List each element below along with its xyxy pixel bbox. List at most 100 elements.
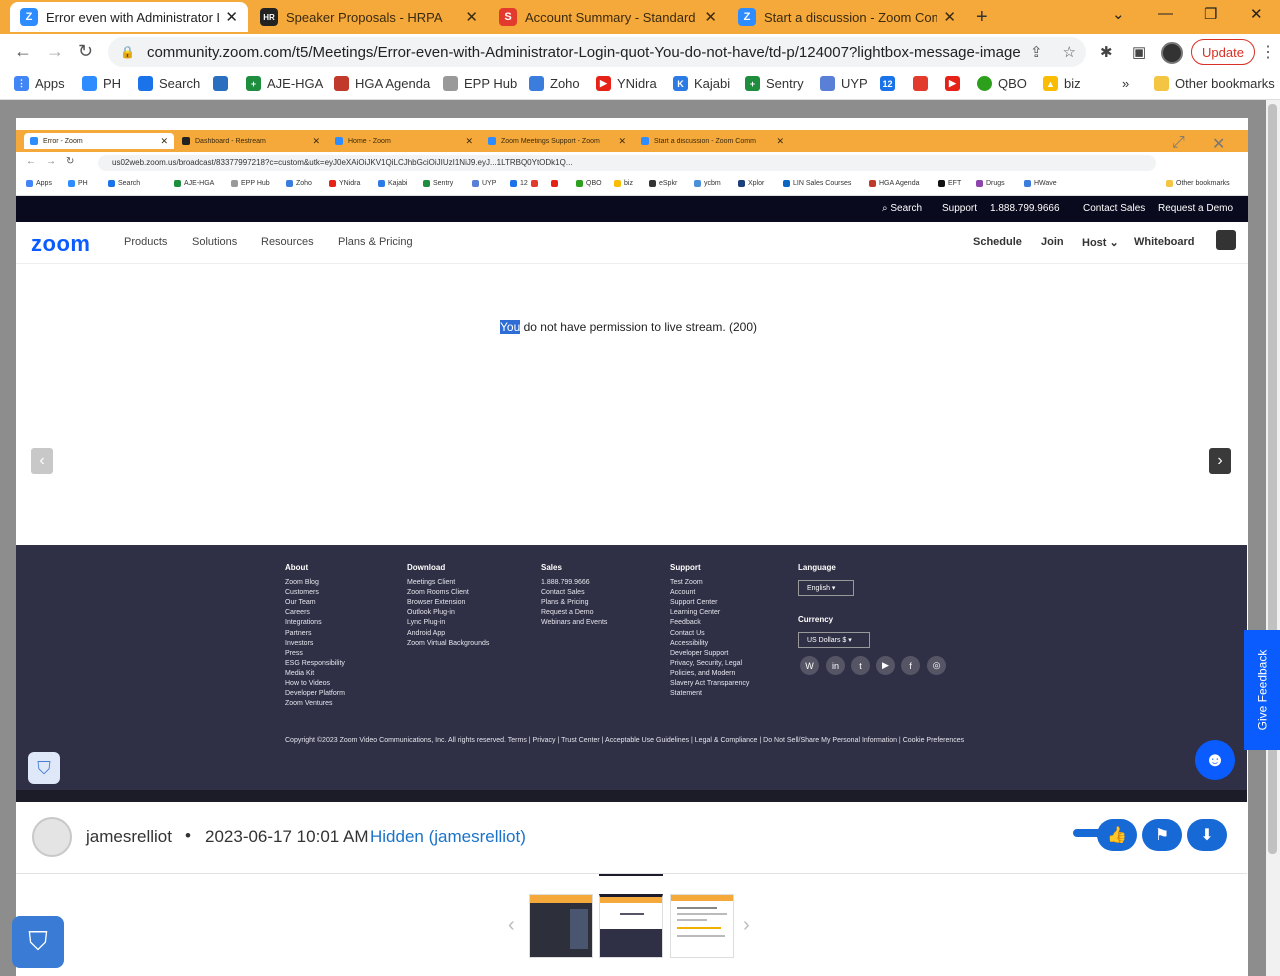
back-icon[interactable]: ← [14, 41, 32, 62]
minimize-icon[interactable]: — [1158, 5, 1173, 22]
calendar-icon: 12 [880, 76, 895, 91]
zoom-logo: zoom [31, 231, 91, 256]
zoom-nav-solutions: Solutions [192, 236, 238, 248]
zoom-nav-bar: zoom Products Solutions Resources Plans … [16, 222, 1248, 264]
bookmarks-bar: ⋮ Apps PH Search + AJE-HGA HGA Agenda EPP … [0, 70, 1280, 100]
profile-avatar[interactable] [1161, 42, 1183, 64]
facebook-icon: f [901, 656, 920, 675]
qbo-icon [977, 76, 992, 91]
bookmark-youtube[interactable]: ▶ [945, 76, 966, 91]
close-tab-icon[interactable]: ✕ [943, 8, 956, 26]
report-flag-button[interactable]: ⚑ [1142, 819, 1182, 851]
youtube-icon: ▶ [876, 656, 895, 675]
bookmark-unnamed-1[interactable] [213, 76, 234, 91]
bookmark-aje-hga[interactable]: + AJE-HGA [246, 76, 323, 91]
browser-chrome: Z Error even with Administrator Lo ✕ HR … [0, 0, 1280, 100]
bookmark-sentry[interactable]: + Sentry [745, 76, 804, 91]
bookmark-biz[interactable]: ▲ biz [1043, 76, 1081, 91]
bookmark-ph[interactable]: PH [82, 76, 121, 91]
zoom-nav-schedule: Schedule [973, 236, 1022, 248]
bookmark-search[interactable]: Search [138, 76, 200, 91]
zoom-favicon-icon [488, 137, 496, 145]
zoom-support-link: Support [942, 203, 978, 214]
tab-speaker-proposals[interactable]: HR Speaker Proposals - HRPA ✕ [250, 2, 488, 32]
privacy-shield-badge-icon[interactable]: ⛉ [12, 916, 64, 968]
thumbs-up-button[interactable]: 👍 [1097, 819, 1137, 851]
previous-image-button[interactable]: ‹ [31, 448, 53, 474]
standard-icon [913, 76, 928, 91]
tab-title: Speaker Proposals - HRPA [286, 9, 443, 25]
close-tab-icon: ✕ [465, 135, 473, 146]
standard-favicon-icon: S [499, 8, 517, 26]
thumbnail-3[interactable] [670, 894, 734, 958]
footer-currency-label: Currency [798, 615, 834, 624]
expand-icon[interactable]: ⤢ [1172, 134, 1185, 152]
bookmark-uyp[interactable]: UYP [820, 76, 868, 91]
post-date: 2023-06-17 10:01 AM [205, 827, 369, 846]
footer-language-select: English ▾ [798, 580, 854, 596]
zoom-favicon-icon: Z [738, 8, 756, 26]
thumbnail-1[interactable] [529, 894, 593, 958]
extensions-icon[interactable]: ✱ [1100, 43, 1113, 61]
twitter-icon: t [851, 656, 870, 675]
tab-account-summary[interactable]: S Account Summary - Standard Vie ✕ [489, 2, 727, 32]
thumbnail-2-selected[interactable] [599, 894, 663, 958]
post-author[interactable]: jamesrelliot [86, 827, 172, 847]
tab-error-zoom[interactable]: Z Error even with Administrator Lo ✕ [10, 2, 248, 32]
zoho-icon [529, 76, 544, 91]
browser-menu-icon[interactable]: ⋮ [1260, 42, 1276, 62]
tab-search-icon[interactable]: ⌄ [1112, 5, 1125, 23]
zoom-nav-products: Products [124, 236, 168, 248]
bookmark-kajabi[interactable]: K Kajabi [673, 76, 730, 91]
more-bookmarks-button[interactable]: » [1122, 76, 1129, 91]
zoom-nav-whiteboard: Whiteboard [1134, 236, 1195, 248]
zoom-nav-plans: Plans & Pricing [338, 236, 413, 248]
forward-icon[interactable]: → [46, 41, 64, 62]
next-image-button[interactable]: › [1209, 448, 1231, 474]
bookmark-ynidra[interactable]: ▶ YNidra [596, 76, 657, 91]
restore-icon[interactable]: ❐ [1204, 5, 1217, 23]
folder-icon [1154, 76, 1169, 91]
screenshot-tab: Start a discussion - Zoom Comm ✕ [635, 133, 790, 149]
bookmark-hga-agenda[interactable]: HGA Agenda [334, 76, 430, 91]
side-panel-icon[interactable]: ▣ [1132, 43, 1146, 61]
user-avatar[interactable] [32, 817, 72, 857]
download-button[interactable]: ⬇ [1187, 819, 1227, 851]
give-feedback-tab[interactable]: Give Feedback [1244, 630, 1280, 750]
bookmark-epp-hub[interactable]: EPP Hub [443, 76, 517, 91]
screenshot-toolbar: ← → ↻ us02web.zoom.us/broadcast/83377997… [16, 152, 1248, 174]
bookmark-standard[interactable] [913, 76, 934, 91]
share-icon[interactable]: ⇪ [1030, 43, 1043, 61]
back-icon: ← [26, 156, 36, 167]
apps-grid-icon: ⋮ [14, 76, 29, 91]
update-button[interactable]: Update [1191, 39, 1255, 65]
other-bookmarks[interactable]: Other bookmarks [1154, 76, 1275, 91]
tab-start-discussion[interactable]: Z Start a discussion - Zoom Comm ✕ [728, 2, 966, 32]
bookmark-qbo[interactable]: QBO [977, 76, 1027, 91]
bookmark-icon [213, 76, 228, 91]
zoom-contact-sales-link: Contact Sales [1083, 203, 1146, 214]
tab-title: Account Summary - Standard Vie [525, 9, 699, 25]
thumbnail-next-button[interactable]: › [743, 914, 750, 937]
footer-language-label: Language [798, 563, 836, 572]
thumbnail-prev-button[interactable]: ‹ [508, 914, 515, 937]
address-bar[interactable]: 🔒 community.zoom.com/t5/Meetings/Error-e… [108, 37, 1086, 67]
close-tab-icon: ✕ [312, 135, 320, 146]
zoom-favicon-icon [30, 137, 38, 145]
post-status-link[interactable]: Hidden (jamesrelliot) [370, 827, 526, 847]
lightbox-close-icon[interactable]: ✕ [1212, 134, 1225, 154]
new-tab-button[interactable]: + [976, 6, 988, 29]
close-tab-icon[interactable]: ✕ [465, 8, 478, 26]
bookmark-calendar[interactable]: 12 [880, 76, 901, 91]
screenshot-tab: Dashboard - Restream ✕ [176, 133, 326, 149]
bookmark-apps[interactable]: ⋮ Apps [14, 76, 65, 91]
close-tab-icon[interactable]: ✕ [225, 8, 238, 26]
close-tab-icon[interactable]: ✕ [704, 8, 717, 26]
bookmark-zoho[interactable]: Zoho [529, 76, 580, 91]
close-window-icon[interactable]: ✕ [1250, 5, 1263, 23]
wordpress-icon: W [800, 656, 819, 675]
url-text[interactable]: community.zoom.com/t5/Meetings/Error-eve… [147, 44, 1020, 61]
reload-icon[interactable]: ↻ [78, 41, 93, 62]
privacy-shield-icon: ⛉ [28, 752, 60, 784]
bookmark-star-icon[interactable]: ☆ [1063, 43, 1076, 61]
